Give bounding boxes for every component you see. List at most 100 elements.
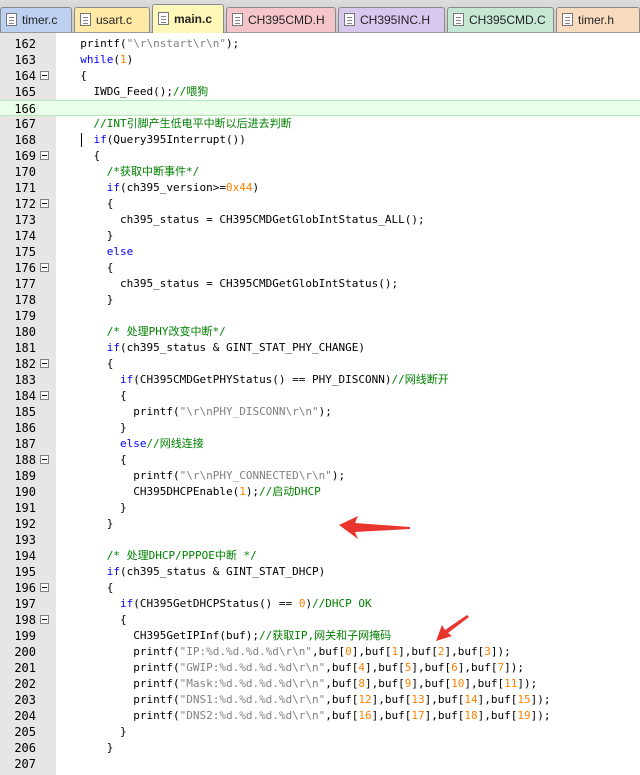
code-line[interactable]: 207 xyxy=(0,756,640,772)
fold-collapse-icon[interactable] xyxy=(40,583,49,592)
code-line[interactable]: 164 { xyxy=(0,68,640,84)
code-line[interactable]: 180 /* 处理PHY改变中断*/ xyxy=(0,324,640,340)
code-line[interactable]: 174 } xyxy=(0,228,640,244)
fold-collapse-icon[interactable] xyxy=(40,71,49,80)
code-line[interactable]: 192 } xyxy=(0,516,640,532)
code-line[interactable]: 181 if(ch395_status & GINT_STAT_PHY_CHAN… xyxy=(0,340,640,356)
code-text: ch395_status = CH395CMDGetGlobIntStatus_… xyxy=(67,212,425,228)
code-line[interactable]: 201 printf("GWIP:%d.%d.%d.%d\r\n",buf[4]… xyxy=(0,660,640,676)
line-number: 183 xyxy=(14,373,36,387)
code-token: 13 xyxy=(411,693,425,706)
tab-label: CH395INC.H xyxy=(360,13,431,27)
code-line[interactable]: 182 { xyxy=(0,356,640,372)
code-line[interactable]: 197 if(CH395GetDHCPStatus() == 0)//DHCP … xyxy=(0,596,640,612)
fold-collapse-icon[interactable] xyxy=(40,151,49,160)
code-token: 1 xyxy=(239,485,246,498)
code-line[interactable]: 205 } xyxy=(0,724,640,740)
code-token: CH395GetIPInf(buf); xyxy=(67,629,260,642)
tab-ch395inc-h[interactable]: CH395INC.H xyxy=(338,7,445,32)
tab-timer-h[interactable]: timer.h xyxy=(556,7,640,32)
file-icon xyxy=(80,13,91,26)
code-token: ); xyxy=(331,469,346,482)
fold-collapse-icon[interactable] xyxy=(40,455,49,464)
code-token: ); xyxy=(245,485,260,498)
code-text: } xyxy=(67,516,114,532)
code-token: else xyxy=(67,245,134,258)
code-line[interactable]: 189 printf("\r\nPHY_CONNECTED\r\n"); xyxy=(0,468,640,484)
fold-collapse-icon[interactable] xyxy=(40,359,49,368)
tab-label: main.c xyxy=(174,12,213,26)
code-line[interactable]: 169 { xyxy=(0,148,640,164)
code-line[interactable]: 173 ch395_status = CH395CMDGetGlobIntSta… xyxy=(0,212,640,228)
code-editor[interactable]: 162 printf("\r\nstart\r\n"); 163 while(1)… xyxy=(0,33,640,775)
code-token: //网线连接 xyxy=(146,437,204,450)
fold-collapse-icon[interactable] xyxy=(40,615,49,624)
code-line[interactable]: 203 printf("DNS1:%d.%d.%d.%d\r\n",buf[12… xyxy=(0,692,640,708)
fold-collapse-icon[interactable] xyxy=(40,263,49,272)
code-text: { xyxy=(67,580,114,596)
line-number: 192 xyxy=(14,517,36,531)
code-line[interactable]: 193 xyxy=(0,532,640,548)
tab-ch395cmd-c[interactable]: CH395CMD.C xyxy=(447,7,554,32)
code-token: "DNS2:%d.%d.%d.%d\r\n" xyxy=(179,709,326,722)
code-line[interactable]: 202 printf("Mask:%d.%d.%d.%d\r\n",buf[8]… xyxy=(0,676,640,692)
code-line[interactable]: 204 printf("DNS2:%d.%d.%d.%d\r\n",buf[16… xyxy=(0,708,640,724)
code-token: "DNS1:%d.%d.%d.%d\r\n" xyxy=(179,693,326,706)
code-line[interactable]: 186 } xyxy=(0,420,640,436)
line-number: 181 xyxy=(14,341,36,355)
code-token: } xyxy=(67,293,114,306)
code-line[interactable]: 163 while(1) xyxy=(0,52,640,68)
file-icon xyxy=(453,13,464,26)
line-number: 206 xyxy=(14,741,36,755)
code-line[interactable]: 185 printf("\r\nPHY_DISCONN\r\n"); xyxy=(0,404,640,420)
code-line[interactable]: 170 /*获取中断事件*/ xyxy=(0,164,640,180)
code-line[interactable]: 206 } xyxy=(0,740,640,756)
code-line[interactable]: 177 ch395_status = CH395CMDGetGlobIntSta… xyxy=(0,276,640,292)
code-line[interactable]: 191 } xyxy=(0,500,640,516)
code-line[interactable]: 184 { xyxy=(0,388,640,404)
code-text: { xyxy=(67,612,127,628)
line-number: 179 xyxy=(14,309,36,323)
code-token: //获取IP,网关和子网掩码 xyxy=(259,629,392,642)
code-line[interactable]: 179 xyxy=(0,308,640,324)
code-line[interactable]: 162 printf("\r\nstart\r\n"); xyxy=(0,36,640,52)
code-line[interactable]: 200 printf("IP:%d.%d.%d.%d\r\n",buf[0],b… xyxy=(0,644,640,660)
code-line[interactable]: 171 if(ch395_version>=0x44) xyxy=(0,180,640,196)
line-number: 203 xyxy=(14,693,36,707)
line-number: 188 xyxy=(14,453,36,467)
code-line[interactable]: 172 { xyxy=(0,196,640,212)
code-token: IWDG_Feed(); xyxy=(67,85,173,98)
code-line[interactable]: 176 { xyxy=(0,260,640,276)
tab-usart-c[interactable]: usart.c xyxy=(74,7,150,32)
tab-main-c[interactable]: main.c xyxy=(152,4,224,33)
code-line[interactable]: 188 { xyxy=(0,452,640,468)
code-token: ]); xyxy=(530,709,551,722)
code-line[interactable]: 178 } xyxy=(0,292,640,308)
code-token: ],buf[ xyxy=(351,645,392,658)
fold-collapse-icon[interactable] xyxy=(40,391,49,400)
code-line[interactable]: 196 { xyxy=(0,580,640,596)
file-icon xyxy=(158,12,169,25)
code-line[interactable]: 194 /* 处理DHCP/PPPOE中断 */ xyxy=(0,548,640,564)
code-line[interactable]: 168 if(Query395Interrupt()) xyxy=(0,132,640,148)
code-line[interactable]: 198 { xyxy=(0,612,640,628)
code-token: 11 xyxy=(504,677,518,690)
code-line[interactable]: 183 if(CH395CMDGetPHYStatus() == PHY_DIS… xyxy=(0,372,640,388)
code-token: ],buf[ xyxy=(424,693,465,706)
code-token: /* 处理PHY改变中断*/ xyxy=(67,325,226,338)
file-icon xyxy=(562,13,573,26)
tab-timer-c[interactable]: timer.c xyxy=(0,7,72,32)
code-line[interactable]: 195 if(ch395_status & GINT_STAT_DHCP) xyxy=(0,564,640,580)
code-line[interactable]: 190 CH395DHCPEnable(1);//启动DHCP xyxy=(0,484,640,500)
tab-ch395cmd-h[interactable]: CH395CMD.H xyxy=(226,7,336,32)
code-line[interactable]: 175 else xyxy=(0,244,640,260)
fold-collapse-icon[interactable] xyxy=(40,199,49,208)
code-line[interactable]: 167 //INT引脚产生低电平中断以后进去判断 xyxy=(0,116,640,132)
line-number: 178 xyxy=(14,293,36,307)
code-line[interactable]: 199 CH395GetIPInf(buf);//获取IP,网关和子网掩码 xyxy=(0,628,640,644)
code-line[interactable]: 165 IWDG_Feed();//喂狗 xyxy=(0,84,640,100)
current-line[interactable]: 166 xyxy=(0,100,640,116)
code-token: "GWIP:%d.%d.%d.%d\r\n" xyxy=(179,661,326,674)
code-token: ],buf[ xyxy=(371,693,412,706)
code-line[interactable]: 187 else//网线连接 xyxy=(0,436,640,452)
